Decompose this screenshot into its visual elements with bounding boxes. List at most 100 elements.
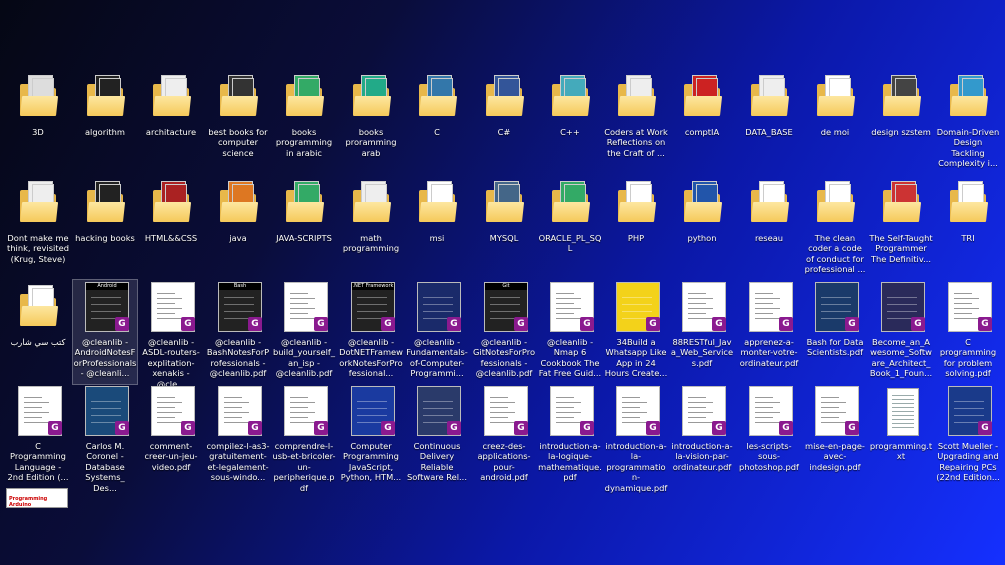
item-label: The clean coder a code of conduct for pr… [804,233,866,275]
item-label: python [687,233,717,243]
folder-icon [414,72,460,122]
file-item[interactable]: Gcomprendre-l-usb-et-bricoler-un-periphe… [272,384,336,493]
folder-item[interactable]: JAVA-SCRIPTS [272,176,336,280]
file-item[interactable]: G Bash for Data Scientists.pdf [803,280,867,384]
pdf-badge-icon: G [712,421,726,435]
folder-item[interactable]: hacking books [73,176,137,280]
pdf-badge-icon: G [248,421,262,435]
item-label: C++ [560,127,580,137]
folder-item[interactable]: Coders at Work Reflections on the Craft … [604,70,668,174]
folder-item[interactable]: reseau [737,176,801,280]
file-item[interactable]: G @cleanlib - ASDL-routers-explitation-xe… [139,280,203,389]
folder-icon [746,72,792,122]
folder-item[interactable]: Dont make me think, revisited (Krug, Ste… [6,176,70,280]
pdf-badge-icon: G [911,317,925,331]
folder-item[interactable]: Domain-Driven Design Tackling Complexity… [936,70,1000,174]
folder-item[interactable]: ORACLE_PL_SQL [538,176,602,280]
folder-item[interactable]: algorithm [73,70,137,174]
file-item[interactable]: Gles-scripts-sous-photoshop.pdf [737,384,801,488]
folder-item[interactable]: TRI [936,176,1000,280]
file-item[interactable]: Gcomment-creer-un-jeu-video.pdf [139,384,203,488]
file-item[interactable]: .NET Framework G @cleanlib - DotNETFramewo… [339,280,403,384]
item-label: TRI [961,233,975,243]
folder-item[interactable]: 3D [6,70,70,174]
item-label: Domain-Driven Design Tackling Complexity… [936,127,1000,169]
file-item[interactable]: programming.txt [869,384,933,488]
folder-item[interactable]: C# [472,70,536,174]
file-item[interactable]: G @cleanlib - Nmap 6 Cookbook The Fat Fre… [538,280,602,384]
pdf-badge-icon: G [314,421,328,435]
file-item[interactable]: G Become_an_Awesome_Software_Architect_Bo… [869,280,933,384]
item-label: @cleanlib - BashNotesForProfessionals - … [206,337,270,379]
folder-item[interactable]: best books for computer science [206,70,270,174]
file-item[interactable]: Bash G @cleanlib - BashNotesForProfessiona… [206,280,270,384]
pdf-cover-title: Git [485,283,527,290]
file-item[interactable]: G @cleanlib - build_yourself_an_isp - @cl… [272,280,336,384]
file-item[interactable]: G Scott Mueller - Upgrading and Repairing… [936,384,1000,488]
pdf-file-icon: G [281,386,328,436]
item-label: comptIA [684,127,720,137]
folder-item[interactable]: design szstem [869,70,933,174]
item-label: The Self-Taught Programmer The Definitiv… [869,233,933,264]
folder-item[interactable]: de moi [803,70,867,174]
pdf-badge-icon: G [48,421,62,435]
folder-icon [812,72,858,122]
file-item[interactable]: Gintroduction-a-la-logique-mathematique.… [538,384,602,488]
folder-icon [945,72,991,122]
file-item[interactable]: Gcompilez-l-as3-gratuitement-et-legaleme… [206,384,270,488]
folder-item[interactable]: python [670,176,734,280]
pdf-file-icon: G [148,386,195,436]
folder-item[interactable]: HTML&&CSS [139,176,203,280]
item-label: JAVA-SCRIPTS [276,233,332,243]
folder-item[interactable]: DATA_BASE [737,70,801,174]
pdf-badge-icon: G [447,421,461,435]
file-item[interactable]: Gintroduction-a-la-programmation-dynamiq… [604,384,668,493]
folder-item[interactable]: java [206,176,270,280]
folder-icon [215,178,261,228]
folder-item[interactable]: books proramming arab [339,70,403,174]
folder-item[interactable]: PHP [604,176,668,280]
folder-item[interactable]: C++ [538,70,602,174]
file-item[interactable]: G 88RESTful_Java_Web_Services.pdf [670,280,734,384]
file-item[interactable]: Gcreez-des-applications-pour-android.pdf [472,384,536,488]
item-label: reseau [754,233,784,243]
file-item[interactable]: Android G @cleanlib - AndroidNotesForProfe… [72,279,138,385]
partial-icon-thumbnail[interactable]: Programming Arduino [6,488,68,508]
item-label: Carlos M. Coronel - Database Systems_ De… [85,441,125,493]
folder-item[interactable]: architacture [139,70,203,174]
item-label: 3D [32,127,44,137]
folder-item[interactable]: The clean coder a code of conduct for pr… [803,176,867,280]
file-item[interactable]: G Continuous Delivery Reliable Software R… [405,384,469,488]
folder-item[interactable]: C [405,70,469,174]
folder-item[interactable]: The Self-Taught Programmer The Definitiv… [869,176,933,280]
file-item[interactable]: Git G @cleanlib - GitNotesForProfessionals… [472,280,536,384]
item-label: comprendre-l-usb-et-bricoler-un-peripher… [272,441,336,493]
file-item[interactable]: Gapprenez-a-monter-votre-ordinateur.pdf [737,280,801,384]
folder-item[interactable]: msi [405,176,469,280]
folder-icon [679,72,725,122]
file-item[interactable]: Gintroduction-a-la-vision-par-ordinateur… [670,384,734,488]
pdf-file-icon: Android G [82,282,129,332]
file-item[interactable]: G Carlos M. Coronel - Database Systems_ D… [73,384,137,493]
folder-item[interactable]: comptIA [670,70,734,174]
pdf-badge-icon: G [514,421,528,435]
pdf-file-icon: G [812,282,859,332]
file-item[interactable]: G C Programming Language - 2nd Edition (.… [6,384,70,488]
pdf-badge-icon: G [646,317,660,331]
item-label: DATA_BASE [745,127,793,137]
file-item[interactable]: G 34Build a Whatsapp Like App in 24 Hours… [604,280,668,384]
folder-item[interactable]: books programming in arabic [272,70,336,174]
item-label: C Programming Language - 2nd Edition (..… [7,441,69,483]
folder-item[interactable]: MYSQL [472,176,536,280]
folder-item[interactable]: math programming [339,176,403,280]
item-label: C programming for problem solving.pdf [939,337,997,379]
file-item[interactable]: G @cleanlib - Fundamentals-of-Computer-Pr… [405,280,469,384]
folder-item[interactable]: كتب سي شارب [6,280,70,384]
item-label: PHP [627,233,645,243]
file-item[interactable]: G Computer Programming JavaScript, Python… [339,384,403,488]
file-item[interactable]: G C programming for problem solving.pdf [936,280,1000,384]
folder-icon [348,178,394,228]
pdf-badge-icon: G [978,317,992,331]
file-item[interactable]: Gmise-en-page-avec-indesign.pdf [803,384,867,488]
item-label: mise-en-page-avec-indesign.pdf [805,441,865,472]
